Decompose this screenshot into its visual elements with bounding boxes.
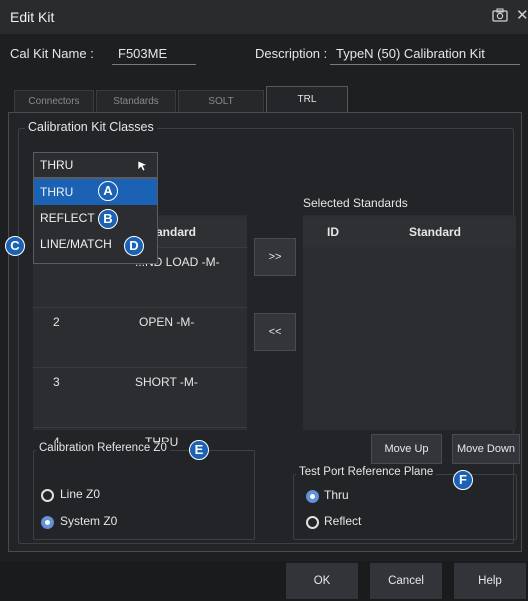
selected-header-id: ID <box>327 225 339 239</box>
reference-plane-title: Test Port Reference Plane <box>296 466 437 478</box>
thru-radio[interactable] <box>306 490 319 503</box>
row-id: 2 <box>53 315 60 329</box>
row-standard: SHORT -M- <box>135 375 198 389</box>
reference-z0-title: Calibration Reference Z0 <box>36 442 170 454</box>
system-z0-radio[interactable] <box>41 516 54 529</box>
callout-e: E <box>189 440 209 460</box>
class-select-value: THRU <box>40 158 74 172</box>
callout-b: B <box>98 209 118 229</box>
class-select[interactable]: THRU <box>33 152 158 178</box>
row-id: 3 <box>53 375 60 389</box>
system-z0-label: System Z0 <box>60 514 118 528</box>
description-label: Description : <box>255 46 328 61</box>
move-down-button[interactable]: Move Down <box>452 434 520 464</box>
class-option-reflect[interactable]: REFLECT <box>34 205 157 231</box>
tab-solt[interactable]: SOLT <box>178 90 264 113</box>
tab-trl[interactable]: TRL <box>266 86 348 113</box>
tab-connectors[interactable]: Connectors <box>14 90 94 113</box>
thru-label: Thru <box>324 488 349 502</box>
class-option-thru[interactable]: THRU <box>34 179 157 205</box>
line-z0-radio[interactable] <box>41 489 54 502</box>
reflect-label: Reflect <box>324 514 362 528</box>
classes-title: Calibration Kit Classes <box>25 120 157 134</box>
window-title: Edit Kit <box>10 9 55 25</box>
callout-d: D <box>124 236 144 256</box>
remove-standard-button[interactable]: << <box>254 313 296 351</box>
selected-standards-table <box>303 215 516 430</box>
cursor-icon <box>137 160 148 172</box>
footer-bar <box>0 561 528 601</box>
callout-f: F <box>453 470 473 490</box>
tab-standards[interactable]: Standards <box>96 90 176 113</box>
selected-header-standard: Standard <box>409 225 462 239</box>
cancel-button[interactable]: Cancel <box>370 563 442 599</box>
callout-c: C <box>5 236 25 256</box>
callout-a: A <box>98 181 118 201</box>
table-row[interactable]: 2 OPEN -M- <box>33 307 247 337</box>
selected-standards-title: Selected Standards <box>303 196 408 210</box>
title-bar <box>0 0 528 34</box>
description-field[interactable]: TypeN (50) Calibration Kit <box>330 46 520 65</box>
kit-name-field[interactable]: F503ME <box>112 46 196 65</box>
move-up-button[interactable]: Move Up <box>371 434 442 464</box>
close-icon[interactable]: ✕ <box>516 6 528 24</box>
line-z0-label: Line Z0 <box>60 487 101 501</box>
help-button[interactable]: Help <box>454 563 526 599</box>
add-standard-button[interactable]: >> <box>254 238 296 276</box>
ok-button[interactable]: OK <box>286 563 358 599</box>
selected-table-header: ID Standard <box>303 217 516 247</box>
table-row[interactable]: 3 SHORT -M- <box>33 367 247 397</box>
camera-icon[interactable] <box>492 8 508 22</box>
kit-name-label: Cal Kit Name : <box>10 46 94 61</box>
reference-plane-group <box>293 474 517 540</box>
row-standard: OPEN -M- <box>139 315 195 329</box>
reflect-radio[interactable] <box>306 516 319 529</box>
